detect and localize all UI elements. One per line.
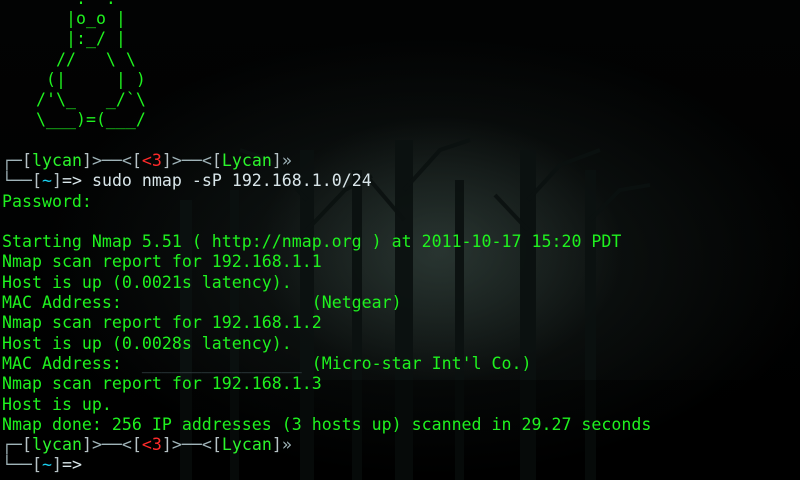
mac-label: MAC Address: [2,293,122,313]
terminal-output: ┌─[lycan]>──<[<3]>──<[Lycan]» └──[~]=> s… [2,151,651,476]
ascii-line: |o_o | [36,9,126,29]
mac-label: MAC Address: [2,353,122,373]
prompt-line: ┌─[lycan]>──<[<3]>──<[Lycan]» [2,151,292,170]
output-line: Nmap scan report for 192.168.1.3 [2,374,322,394]
ascii-line: \___)=(___/ [36,110,146,130]
prompt-host: Lycan [221,151,272,170]
output-line: Password: [2,191,92,211]
prompt-cwd: ~ [41,455,52,475]
output-line: Nmap scan report for 192.168.1.1 [2,252,322,272]
prompt-user: lycan [31,435,82,455]
ascii-line: // \ \ [36,49,136,69]
prompt-line: ┌─[lycan]>──<[<3]>──<[Lycan]» [2,435,292,455]
prompt-arrow: => [61,171,82,191]
output-line: Host is up. [2,394,112,414]
mac-vendor: (Micro-star Int'l Co.) [311,353,532,373]
prompt-host: Lycan [221,435,272,455]
output-line: Nmap scan report for 192.168.1.2 [2,313,322,333]
command-text: sudo nmap -sP 192.168.1.0/24 [81,171,372,191]
prompt-user: lycan [31,151,82,170]
output-line: Host is up (0.0021s latency). [2,272,292,292]
prompt-count: <3 [141,151,162,170]
ascii-line: .--. [36,0,116,8]
tux-ascii-art: .--. |o_o | |:_/ | // \ \ (| | ) /'\_ _/… [36,0,146,130]
mac-vendor: (Netgear) [311,293,402,313]
prompt-cwd: ~ [41,171,52,191]
mac-address-line: MAC Address: ________________ (Micro-sta… [2,354,651,374]
prompt-count: <3 [141,435,162,455]
output-line: Host is up (0.0028s latency). [2,333,292,353]
command-input-line[interactable]: └──[~]=> [2,455,651,475]
output-line: Nmap done: 256 IP addresses (3 hosts up)… [2,414,652,434]
terminal-window[interactable]: .--. |o_o | |:_/ | // \ \ (| | ) /'\_ _/… [0,0,800,480]
ascii-line: (| | ) [36,69,146,89]
ascii-line: |:_/ | [36,29,126,49]
mac-address-line: MAC Address: (Netgear) [2,293,651,313]
ascii-line: /'\_ _/`\ [36,90,146,110]
prompt-arrow: => [61,455,82,475]
redacted-mac: ________________ [121,353,312,373]
command-line: └──[~]=> sudo nmap -sP 192.168.1.0/24 [2,171,372,191]
output-line: Starting Nmap 5.51 ( http://nmap.org ) a… [2,232,622,252]
redacted-mac [122,293,312,313]
